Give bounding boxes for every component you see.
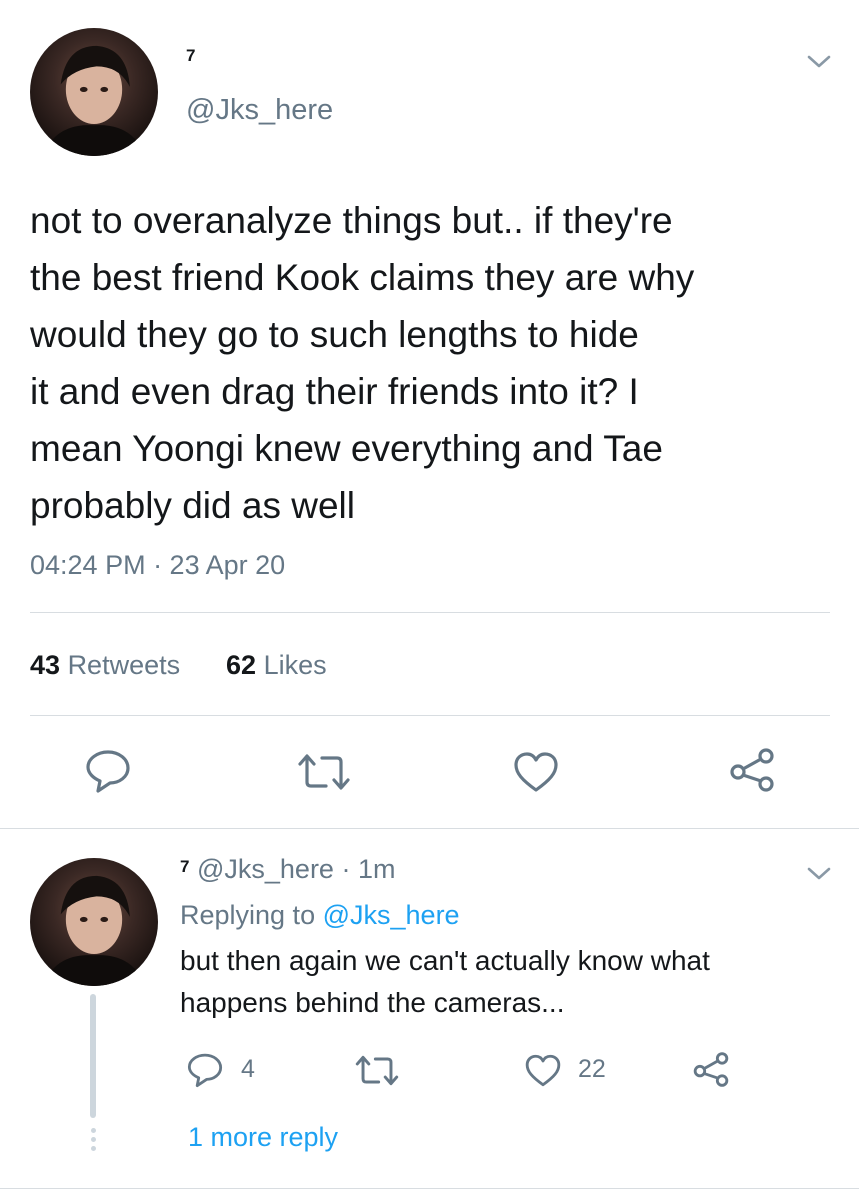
- tweet-text-line: would they go to such lengths to hide: [30, 314, 639, 355]
- like-count: 22: [578, 1055, 606, 1083]
- more-replies-link[interactable]: 1 more reply: [188, 1122, 338, 1153]
- reply-display-name[interactable]: 7: [180, 857, 189, 876]
- replying-prefix: Replying to: [180, 900, 316, 930]
- replying-to: Replying to @Jks_here: [180, 900, 460, 931]
- retweet-icon[interactable]: [354, 1054, 400, 1087]
- retweets-count: 43: [30, 650, 61, 680]
- likes-stat[interactable]: 62 Likes: [226, 650, 327, 681]
- replying-handle-link[interactable]: @Jks_here: [323, 900, 460, 930]
- thread-dots: [89, 1128, 97, 1151]
- retweets-stat[interactable]: 43 Retweets: [30, 650, 180, 681]
- display-name[interactable]: 7: [186, 46, 195, 66]
- reply-text-line: but then again we can't actually know wh…: [180, 945, 710, 976]
- tweet-text-line: mean Yoongi knew everything and Tae: [30, 428, 663, 469]
- reply-icon[interactable]: [84, 748, 132, 794]
- reply-handle[interactable]: @Jks_here: [197, 854, 334, 884]
- chevron-down-icon[interactable]: [806, 866, 832, 882]
- divider: [0, 828, 859, 829]
- tweet-text-line: it and even drag their friends into it? …: [30, 371, 639, 412]
- share-icon[interactable]: [728, 747, 776, 793]
- handle[interactable]: @Jks_here: [186, 94, 333, 127]
- retweet-icon[interactable]: [296, 752, 352, 792]
- like-icon[interactable]: [524, 1053, 562, 1088]
- reply-icon[interactable]: [186, 1052, 224, 1088]
- timestamp[interactable]: 04:24 PM · 23 Apr 20: [30, 550, 285, 581]
- divider: [0, 1188, 859, 1189]
- reply-text: but then again we can't actually know wh…: [180, 940, 840, 1024]
- tweet-text-line: not to overanalyze things but.. if they'…: [30, 200, 673, 241]
- like-icon[interactable]: [512, 750, 560, 794]
- reply-text-line: happens behind the cameras...: [180, 987, 565, 1018]
- tweet-text-line: the best friend Kook claims they are why: [30, 257, 695, 298]
- tweet-text: not to overanalyze things but.. if they'…: [30, 192, 850, 534]
- likes-count: 62: [226, 650, 257, 680]
- likes-label: Likes: [263, 650, 327, 680]
- avatar[interactable]: [30, 28, 158, 156]
- reply-header: 7 @Jks_here · 1m: [180, 854, 395, 885]
- thread-line: [90, 994, 96, 1118]
- retweets-label: Retweets: [67, 650, 181, 680]
- reply-avatar[interactable]: [30, 858, 158, 986]
- chevron-down-icon[interactable]: [806, 54, 832, 70]
- tweet-text-line: probably did as well: [30, 485, 355, 526]
- reply-time: · 1m: [341, 854, 396, 884]
- divider: [30, 612, 830, 613]
- share-icon[interactable]: [692, 1051, 730, 1088]
- divider: [30, 715, 830, 716]
- reply-count: 4: [241, 1055, 255, 1083]
